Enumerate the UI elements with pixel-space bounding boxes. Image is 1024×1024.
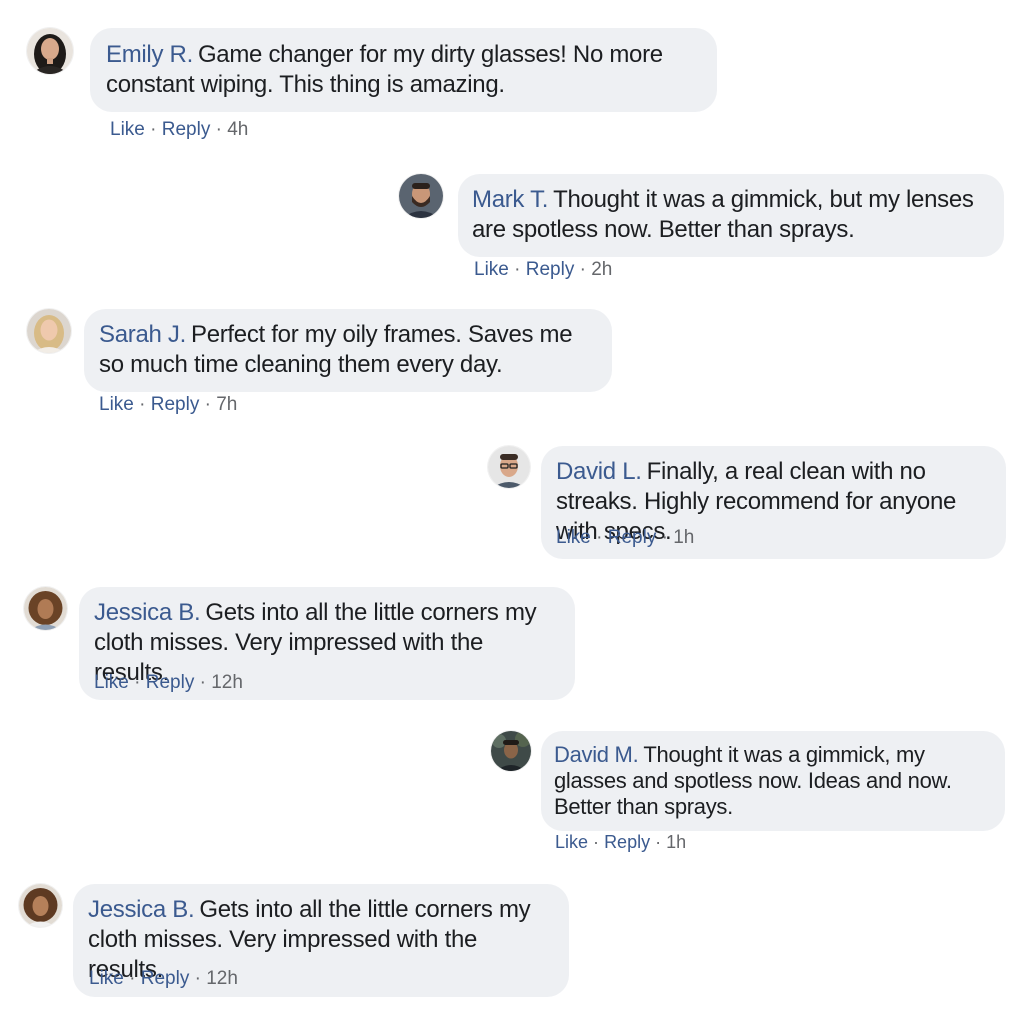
like-link[interactable]: Like — [89, 968, 124, 989]
avatar-jessica-icon[interactable] — [24, 587, 67, 630]
reply-link[interactable]: Reply — [526, 259, 575, 280]
separator: · — [514, 259, 521, 280]
reply-link[interactable]: Reply — [146, 672, 195, 693]
separator: · — [129, 968, 136, 989]
reply-link[interactable]: Reply — [608, 527, 657, 548]
separator: · — [593, 832, 600, 852]
comment-author[interactable]: David L. — [556, 458, 642, 485]
comment-timestamp[interactable]: 7h — [216, 394, 237, 415]
avatar-david-m-icon[interactable] — [491, 731, 531, 771]
comment-timestamp[interactable]: 12h — [206, 968, 238, 989]
avatar-emily-icon[interactable] — [27, 28, 73, 74]
comment-timestamp[interactable]: 1h — [673, 527, 694, 548]
reply-link[interactable]: Reply — [141, 968, 190, 989]
separator: · — [596, 527, 603, 548]
comment-timestamp[interactable]: 4h — [227, 119, 248, 140]
comment-actions: Like · Reply · 7h — [99, 394, 237, 416]
comment-bubble: Sarah J. Perfect for my oily frames. Save… — [84, 309, 612, 392]
comment-actions: Like · Reply · 1h — [556, 527, 694, 549]
separator: · — [134, 672, 141, 693]
comment-timestamp[interactable]: 12h — [211, 672, 243, 693]
comment-actions: Like · Reply · 4h — [110, 119, 248, 141]
avatar-mark-icon[interactable] — [399, 174, 443, 218]
comment-bubble: Mark T. Thought it was a gimmick, but my … — [458, 174, 1004, 257]
separator: · — [215, 119, 222, 140]
reply-link[interactable]: Reply — [604, 832, 650, 852]
separator: · — [204, 394, 211, 415]
separator: · — [661, 527, 668, 548]
comment-timestamp[interactable]: 2h — [591, 259, 612, 280]
comment-actions: Like · Reply · 2h — [474, 259, 612, 281]
separator: · — [139, 394, 146, 415]
like-link[interactable]: Like — [555, 832, 588, 852]
comment-author[interactable]: Emily R. — [106, 41, 193, 68]
comment-feed: Emily R. Game changer for my dirty glasse… — [0, 0, 1024, 1024]
separator: · — [579, 259, 586, 280]
comment-actions: Like · Reply · 12h — [94, 672, 243, 694]
separator: · — [150, 119, 157, 140]
avatar-david-l-icon[interactable] — [488, 446, 530, 488]
comment-bubble: Emily R. Game changer for my dirty glasse… — [90, 28, 717, 112]
like-link[interactable]: Like — [94, 672, 129, 693]
like-link[interactable]: Like — [99, 394, 134, 415]
avatar-sarah-icon[interactable] — [27, 309, 71, 353]
like-link[interactable]: Like — [556, 527, 591, 548]
comment-author[interactable]: Sarah J. — [99, 321, 186, 348]
comment-actions: Like · Reply · 12h — [89, 968, 238, 990]
comment-timestamp[interactable]: 1h — [666, 832, 686, 852]
like-link[interactable]: Like — [110, 119, 145, 140]
separator: · — [199, 672, 206, 693]
comment-author[interactable]: Jessica B. — [94, 599, 201, 626]
separator: · — [655, 832, 662, 852]
like-link[interactable]: Like — [474, 259, 509, 280]
reply-link[interactable]: Reply — [151, 394, 200, 415]
comment-author[interactable]: David M. — [554, 742, 639, 767]
comment-author[interactable]: Mark T. — [472, 186, 548, 213]
comment-bubble: David M. Thought it was a gimmick, my gla… — [541, 731, 1005, 831]
separator: · — [194, 968, 201, 989]
avatar-jessica-icon[interactable] — [19, 884, 62, 927]
comment-actions: Like · Reply · 1h — [555, 832, 686, 853]
comment-author[interactable]: Jessica B. — [88, 896, 195, 923]
reply-link[interactable]: Reply — [162, 119, 211, 140]
